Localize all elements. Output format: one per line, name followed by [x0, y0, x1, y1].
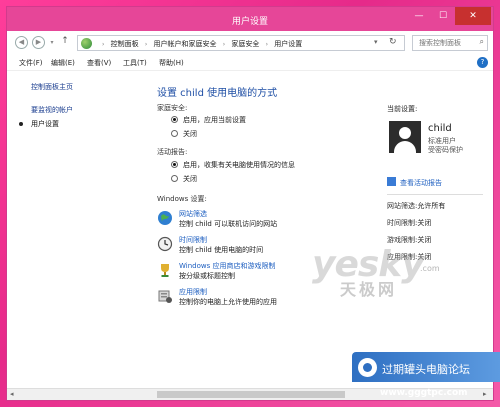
sidebar-item-user-settings: 用户设置 — [31, 120, 59, 128]
breadcrumb-item-user-accounts[interactable]: 用户帐户和家庭安全 — [154, 40, 217, 48]
menu-bar: 文件(F) 编辑(E) 查看(V) 工具(T) 帮助(H) ? — [7, 55, 493, 71]
current-page-bullet — [19, 122, 23, 126]
user-silhouette-icon — [399, 127, 411, 139]
divider — [387, 194, 483, 195]
title-bar: 用户设置 — ☐ ✕ — [7, 7, 493, 31]
address-dropdown-icon[interactable]: ▾ — [374, 38, 378, 46]
view-activity-report[interactable]: 查看活动报告 — [387, 177, 442, 188]
current-settings-panel: 当前设置: child 标准用户 受密码保护 查看活动报告 网站筛选:允许所有 … — [387, 71, 487, 391]
page-title: 设置 child 使用电脑的方式 — [157, 88, 278, 99]
avatar — [389, 121, 421, 153]
yesky-watermark: yesky .com 天极网 — [312, 244, 440, 299]
web-filtering-description: 控制 child 可以联机访问的网站 — [179, 220, 278, 228]
time-limits-description: 控制 child 使用电脑的时间 — [179, 246, 264, 254]
maximize-button[interactable]: ☐ — [431, 7, 455, 25]
breadcrumb-item-family-safety[interactable]: 家庭安全 — [231, 40, 259, 48]
current-setting-row: 时间限制:关闭 — [387, 219, 432, 227]
store-game-restrictions-description: 按分级或标题控制 — [179, 272, 235, 280]
activity-report-on-radio[interactable]: 启用，收集有关电脑使用情况的信息 — [171, 160, 295, 170]
chevron-right-icon[interactable]: › — [223, 41, 225, 48]
close-button[interactable]: ✕ — [455, 7, 491, 25]
forum-title: 过期罐头电脑论坛 — [382, 363, 470, 376]
app-window: 用户设置 — ☐ ✕ ◀ ▶ ▾ ↑ › 控制面板 › 用户帐户和家庭安全 › … — [6, 6, 494, 401]
forum-banner: 过期罐头电脑论坛 — [352, 352, 500, 382]
activity-report-label: 活动报告: — [157, 148, 188, 156]
view-activity-report-link[interactable]: 查看活动报告 — [400, 179, 442, 187]
back-button[interactable]: ◀ — [15, 36, 28, 49]
family-safety-on-radio[interactable]: 启用，应用当前设置 — [171, 115, 246, 125]
menu-view[interactable]: 查看(V) — [87, 58, 111, 68]
sidebar-home-link[interactable]: 控制面板主页 — [31, 82, 73, 92]
scroll-right-arrow-icon[interactable]: ▸ — [483, 390, 487, 398]
scroll-left-arrow-icon[interactable]: ◂ — [10, 390, 14, 398]
radio-selected-icon — [171, 161, 178, 168]
sidebar: 控制面板主页 要监视的帐户 用户设置 — [7, 71, 147, 391]
current-settings-label: 当前设置: — [387, 105, 418, 113]
family-safety-label: 家庭安全: — [157, 104, 188, 112]
address-bar[interactable]: › 控制面板 › 用户帐户和家庭安全 › 家庭安全 › 用户设置 ▾ ↻ — [77, 35, 405, 51]
refresh-icon[interactable]: ↻ — [389, 37, 397, 47]
current-setting-row: 网站筛选:允许所有 — [387, 202, 446, 210]
windows-settings-label: Windows 设置: — [157, 195, 207, 203]
app-restrictions-description: 控制你的电脑上允许使用的应用 — [179, 298, 277, 306]
search-icon[interactable]: ⌕ — [480, 37, 484, 47]
app-restriction-icon — [158, 290, 172, 303]
report-icon — [387, 177, 396, 186]
store-game-restrictions-link[interactable]: Windows 应用商店和游戏限制 — [179, 261, 275, 271]
family-safety-off-radio[interactable]: 关闭 — [171, 129, 197, 139]
menu-tools[interactable]: 工具(T) — [123, 58, 147, 68]
breadcrumb-item-control-panel[interactable]: 控制面板 — [111, 40, 139, 48]
scrollbar-thumb[interactable] — [157, 391, 345, 398]
recent-pages-dropdown[interactable]: ▾ — [48, 39, 56, 47]
menu-file[interactable]: 文件(F) — [19, 58, 43, 68]
menu-help[interactable]: 帮助(H) — [159, 58, 184, 68]
up-button[interactable]: ↑ — [59, 36, 71, 49]
site-url: www.gggtpc.com — [380, 388, 468, 398]
activity-report-off-radio[interactable]: 关闭 — [171, 174, 197, 184]
minimize-button[interactable]: — — [407, 7, 431, 25]
breadcrumb-item-user-settings[interactable]: 用户设置 — [274, 40, 302, 48]
chevron-right-icon[interactable]: › — [145, 41, 147, 48]
time-limits-link[interactable]: 时间限制 — [179, 235, 207, 245]
user-name: child — [428, 123, 452, 134]
web-filtering-link[interactable]: 网站筛选 — [179, 209, 207, 219]
menu-edit[interactable]: 编辑(E) — [51, 58, 75, 68]
forward-button[interactable]: ▶ — [32, 36, 45, 49]
search-input[interactable] — [419, 36, 479, 50]
navigation-bar: ◀ ▶ ▾ ↑ › 控制面板 › 用户帐户和家庭安全 › 家庭安全 › 用户设置… — [7, 31, 493, 55]
trophy-icon — [161, 264, 169, 277]
breadcrumb: › 控制面板 › 用户帐户和家庭安全 › 家庭安全 › 用户设置 — [98, 39, 302, 49]
radio-selected-icon — [171, 116, 178, 123]
chevron-right-icon[interactable]: › — [102, 41, 104, 48]
app-restrictions-link[interactable]: 应用限制 — [179, 287, 207, 297]
user-password-status: 受密码保护 — [428, 146, 463, 154]
radio-icon — [171, 130, 178, 137]
main-content: 设置 child 使用电脑的方式 家庭安全: 启用，应用当前设置 关闭 活动报告… — [157, 71, 377, 391]
forum-logo-icon — [358, 358, 377, 377]
control-panel-icon — [81, 38, 92, 49]
radio-icon — [171, 175, 178, 182]
help-icon[interactable]: ? — [477, 57, 488, 68]
chevron-right-icon[interactable]: › — [266, 41, 268, 48]
globe-icon — [158, 211, 172, 225]
clock-icon — [157, 236, 173, 252]
sidebar-accounts-to-monitor[interactable]: 要监视的帐户 — [31, 105, 73, 115]
web-filtering-setting: 网站筛选 控制 child 可以联机访问的网站 — [157, 209, 377, 231]
search-box[interactable]: ⌕ — [412, 35, 488, 51]
